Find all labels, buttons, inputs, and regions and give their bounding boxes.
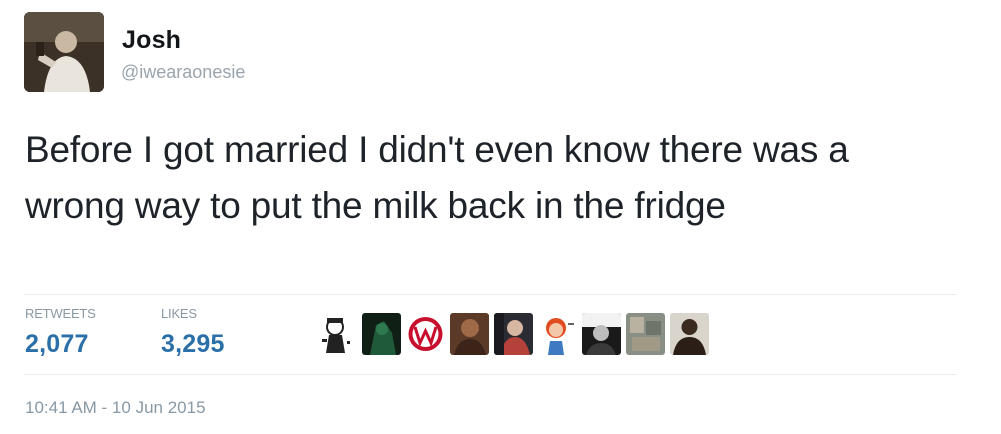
stats-top-divider (24, 294, 956, 295)
grey-photo-avatar[interactable] (626, 313, 665, 355)
tweet-text: Before I got married I didn't even know … (25, 129, 849, 226)
cartoon-character-avatar[interactable] (318, 313, 357, 355)
dark-figure-avatar[interactable] (670, 313, 709, 355)
red-w-logo-avatar[interactable] (406, 313, 445, 355)
retweets-count: 2,077 (25, 330, 89, 358)
tweet-card: Josh @iwearaonesie Before I got married … (0, 0, 1001, 434)
black-white-photo-avatar[interactable] (582, 313, 621, 355)
green-dark-avatar[interactable] (362, 313, 401, 355)
likes-count: 3,295 (161, 330, 225, 358)
author-avatar[interactable] (24, 12, 104, 92)
author-handle[interactable]: @iwearaonesie (121, 62, 245, 83)
author-name[interactable]: Josh (122, 26, 181, 55)
cartoon-redhead-avatar[interactable] (538, 313, 577, 355)
stats-bottom-divider (24, 374, 956, 375)
likes-stat[interactable]: LIKES 3,295 (161, 306, 225, 359)
retweets-label: RETWEETS (25, 306, 96, 321)
liker-avatars (318, 313, 709, 357)
likes-label: LIKES (161, 306, 197, 321)
brown-photo-avatar[interactable] (450, 313, 489, 355)
person-photo-avatar[interactable] (494, 313, 533, 355)
retweets-stat[interactable]: RETWEETS 2,077 (25, 306, 96, 359)
tweet-timestamp[interactable]: 10:41 AM - 10 Jun 2015 (25, 398, 206, 418)
